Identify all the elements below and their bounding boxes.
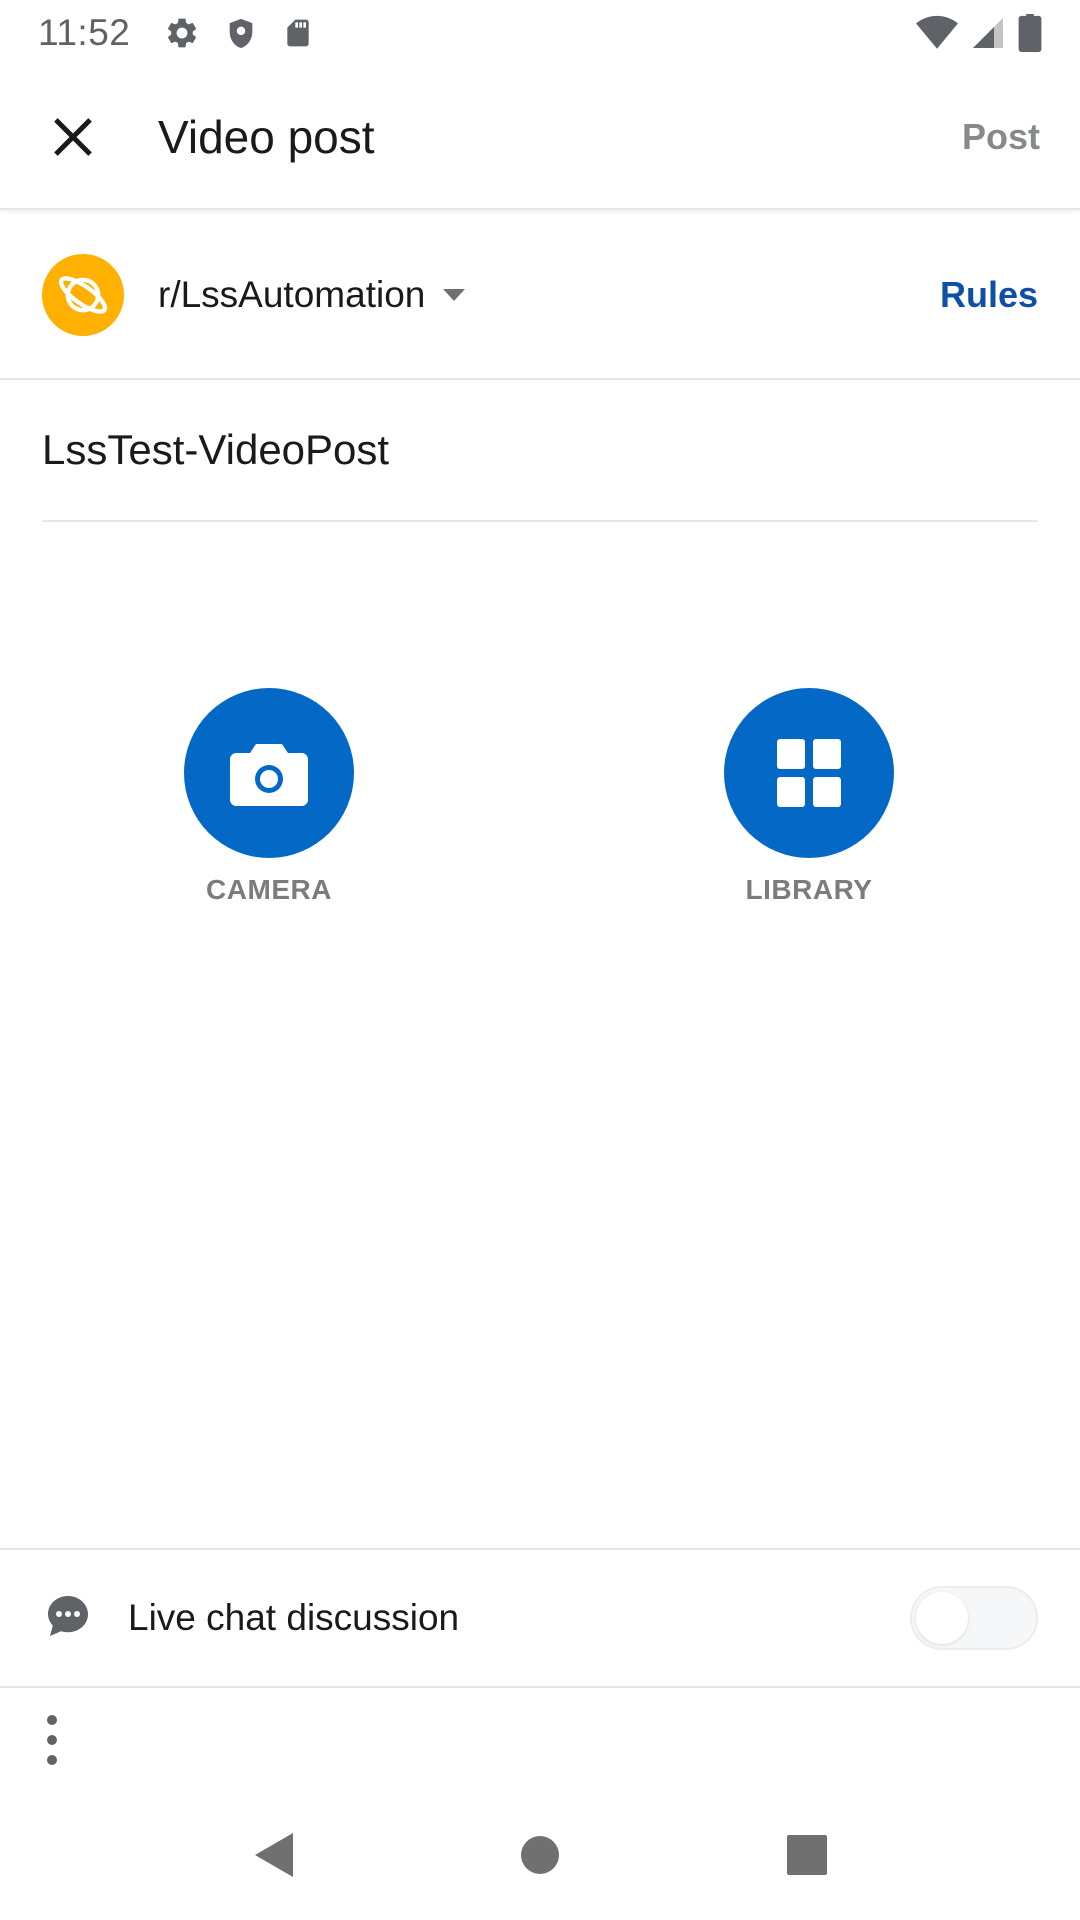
recents-square-icon [786,1835,827,1875]
library-button[interactable] [724,688,894,858]
post-title-value: LssTest-VideoPost [42,426,390,473]
home-button[interactable] [500,1815,580,1895]
wifi-icon [916,15,958,51]
cell-signal-icon [970,15,1006,51]
caret-down-icon[interactable] [441,287,467,308]
live-chat-label: Live chat discussion [128,1597,460,1638]
close-icon [54,118,92,156]
shield-icon [224,15,258,51]
top-app-bar: Video post Post [0,66,1080,210]
library-label: LIBRARY [745,874,873,905]
toggle-knob [916,1592,968,1644]
camera-option[interactable]: CAMERA [159,688,379,906]
back-button[interactable] [233,1815,313,1895]
more-options-button[interactable] [32,1712,72,1768]
sd-card-icon [282,15,314,51]
system-navigation-bar [0,1790,1080,1920]
post-button[interactable]: Post [962,106,1040,168]
status-bar: 11:52 [0,0,1080,66]
status-time: 11:52 [38,12,131,53]
community-avatar[interactable] [42,254,124,336]
page-title: Video post [158,111,375,163]
more-vertical-icon [47,1715,57,1765]
status-icons-right [916,14,1042,52]
post-title-input[interactable]: LssTest-VideoPost [42,380,1038,522]
status-icons-left [164,15,314,51]
library-option[interactable]: LIBRARY [699,688,919,906]
rules-link[interactable]: Rules [940,274,1038,316]
camera-button[interactable] [184,688,354,858]
camera-label: CAMERA [206,874,332,905]
back-triangle-icon [255,1833,294,1877]
chat-bubble-icon [44,1592,92,1645]
video-post-screen: 11:52 Video post Post r/LssAutomation Ru… [0,0,1080,1920]
community-name[interactable]: r/LssAutomation [158,274,425,316]
close-button[interactable] [40,104,106,170]
planet-icon [58,276,108,314]
battery-icon [1018,14,1042,52]
settings-icon [164,15,200,51]
camera-icon [230,744,308,806]
live-chat-row: Live chat discussion [0,1548,1080,1688]
home-circle-icon [520,1836,559,1874]
community-selector-row: r/LssAutomation Rules [0,212,1080,380]
grid-icon [777,739,841,807]
live-chat-toggle[interactable] [910,1586,1038,1650]
recents-button[interactable] [767,1815,847,1895]
